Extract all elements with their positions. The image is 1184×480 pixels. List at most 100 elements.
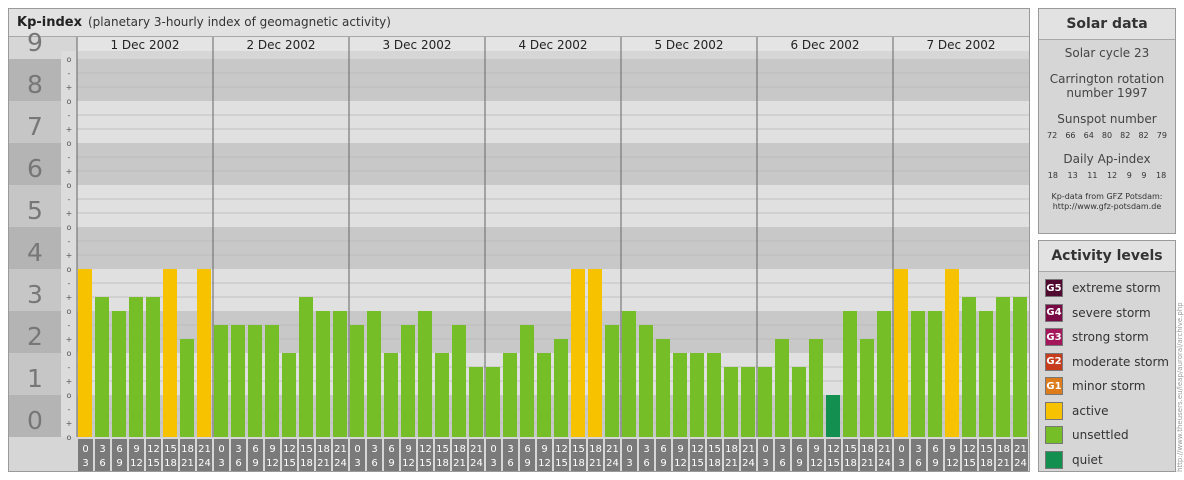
y-tick-label: 3	[27, 280, 43, 309]
interval-end: 3	[626, 458, 632, 469]
ap-value: 18	[1155, 171, 1167, 180]
legend-item-strong-storm: G3 strong storm	[1039, 325, 1175, 350]
solar-cycle: Solar cycle 23	[1064, 46, 1150, 60]
kp-bar	[265, 324, 279, 437]
interval-start: 3	[99, 444, 105, 455]
data-source-link[interactable]: http://www.gfz-potsdam.de	[1039, 202, 1175, 212]
interval-start: 18	[317, 444, 330, 455]
kp-bar	[775, 339, 789, 437]
interval-start: 15	[436, 444, 449, 455]
interval-end: 21	[725, 458, 738, 469]
interval-start: 3	[507, 444, 513, 455]
legend-item-extreme-storm: G5 extreme storm	[1039, 276, 1175, 301]
interval-start: 12	[827, 444, 840, 455]
interval-end: 6	[371, 458, 377, 469]
kp-chart: 0123456789o+-o+-o+-o+-o+-o+-o+-o+-o+-o1 …	[9, 28, 1029, 471]
y-minor-label: -	[68, 405, 71, 414]
kp-bar	[180, 339, 194, 437]
interval-start: 12	[283, 444, 296, 455]
interval-end: 3	[218, 458, 224, 469]
interval-start: 18	[453, 444, 466, 455]
interval-start: 9	[813, 444, 819, 455]
interval-end: 15	[555, 458, 568, 469]
kp-bar	[469, 366, 483, 437]
y-minor-label: o	[67, 55, 72, 64]
interval-start: 12	[147, 444, 160, 455]
kp-bar	[554, 339, 568, 437]
interval-end: 3	[82, 458, 88, 469]
kp-bar	[877, 311, 891, 437]
y-tick-label: 2	[27, 322, 43, 351]
legend-label: severe storm	[1072, 305, 1151, 320]
interval-end: 6	[779, 458, 785, 469]
y-minor-label: +	[66, 167, 73, 176]
ap-value: 9	[1126, 171, 1132, 180]
interval-end: 24	[470, 458, 483, 469]
kp-bar	[894, 269, 908, 437]
legend-label: unsettled	[1072, 428, 1129, 443]
interval-end: 3	[898, 458, 904, 469]
interval-start: 18	[997, 444, 1010, 455]
interval-start: 15	[572, 444, 585, 455]
interval-start: 0	[354, 444, 360, 455]
interval-start: 12	[419, 444, 432, 455]
interval-start: 15	[980, 444, 993, 455]
interval-start: 12	[555, 444, 568, 455]
y-minor-label: o	[67, 307, 72, 316]
interval-start: 21	[878, 444, 891, 455]
y-minor-label: -	[68, 111, 71, 120]
interval-start: 0	[82, 444, 88, 455]
kp-bar	[163, 269, 177, 437]
day-label: 6 Dec 2002	[790, 38, 859, 52]
legend-label: strong storm	[1072, 330, 1149, 345]
sunspot-value: 72	[1047, 131, 1058, 140]
interval-end: 9	[252, 458, 258, 469]
interval-start: 6	[252, 444, 258, 455]
y-tick-label: 4	[27, 238, 43, 267]
interval-start: 15	[844, 444, 857, 455]
kp-bar	[537, 353, 551, 437]
interval-start: 3	[643, 444, 649, 455]
interval-end: 24	[334, 458, 347, 469]
kp-bar	[401, 324, 415, 437]
solar-data-title: Solar data	[1039, 9, 1175, 40]
kp-bar	[996, 297, 1010, 437]
ap-value: 9	[1141, 171, 1147, 180]
legend-label: active	[1072, 403, 1109, 418]
interval-start: 0	[626, 444, 632, 455]
kp-bar	[809, 339, 823, 437]
interval-end: 6	[235, 458, 241, 469]
interval-start: 9	[949, 444, 955, 455]
kp-bar	[282, 353, 296, 437]
legend-item-minor-storm: G1 minor storm	[1039, 374, 1175, 399]
kp-bar	[503, 353, 517, 437]
day-label: 4 Dec 2002	[518, 38, 587, 52]
legend-swatch: G1	[1045, 377, 1063, 396]
interval-end: 12	[538, 458, 551, 469]
y-minor-label: o	[67, 433, 72, 442]
y-minor-label: o	[67, 181, 72, 190]
y-minor-label: +	[66, 377, 73, 386]
interval-start: 15	[300, 444, 313, 455]
kp-bar	[231, 324, 245, 437]
y-minor-label: +	[66, 293, 73, 302]
kp-bar	[860, 339, 874, 437]
interval-end: 18	[436, 458, 449, 469]
y-minor-label: +	[66, 209, 73, 218]
interval-start: 21	[606, 444, 619, 455]
y-minor-label: o	[67, 97, 72, 106]
sunspot-value: 82	[1138, 131, 1149, 140]
interval-start: 6	[116, 444, 122, 455]
interval-end: 21	[181, 458, 194, 469]
y-minor-label: -	[68, 279, 71, 288]
y-band	[77, 143, 1029, 185]
interval-end: 21	[589, 458, 602, 469]
kp-index-panel: Kp-index (planetary 3-hourly index of geo…	[8, 8, 1030, 472]
ap-index-values: 18 13 11 12 9 9 18	[1039, 171, 1175, 180]
interval-end: 12	[266, 458, 279, 469]
interval-end: 12	[674, 458, 687, 469]
activity-levels-panel: Activity levels G5 extreme storm G4 seve…	[1038, 240, 1176, 472]
y-tick-label: 0	[27, 406, 43, 435]
interval-start: 3	[235, 444, 241, 455]
interval-end: 6	[99, 458, 105, 469]
